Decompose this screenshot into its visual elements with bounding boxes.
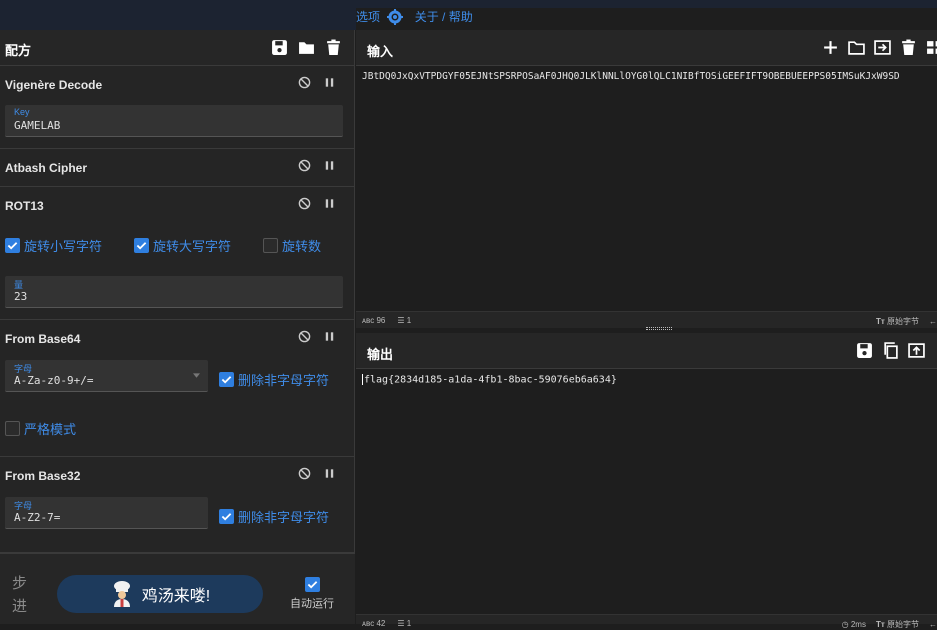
operation-from-base64[interactable]: From Base64 字母 A-Za-z0-9+/= 删除非字母字符 严格模式 (0, 320, 354, 457)
options-link[interactable]: 选项 (356, 10, 380, 24)
pause-icon[interactable] (323, 467, 336, 480)
operation-name: ROT13 (5, 199, 44, 213)
alphabet-select[interactable]: 字母 A-Za-z0-9+/= (5, 360, 208, 392)
top-bar: 最后编译于: A year 前 选项 关于 / 帮助 (0, 0, 937, 602)
step-button[interactable]: 步进 (12, 572, 32, 618)
output-status-bar: ᴀʙᴄ 42 ☰ 1 ◷ 2ms Tт 原始字节 ← (356, 614, 937, 629)
input-title: 输入 (367, 44, 394, 59)
folder-icon[interactable] (298, 39, 315, 56)
recipe-panel: 配方 Vigenère Decode Key GAMELAB Atbash Ci… (0, 30, 355, 624)
output-textarea[interactable]: flag{2834d185-a1da-4fb1-8bac-59076eb6a63… (356, 369, 937, 606)
clear-input-icon[interactable] (900, 39, 917, 56)
key-value[interactable]: GAMELAB (14, 119, 60, 132)
checkbox-unchecked-icon[interactable] (263, 238, 278, 253)
checkbox-label: 删除非字母字符 (238, 510, 330, 525)
checkbox-unchecked-icon[interactable] (5, 421, 20, 436)
operation-atbash-cipher[interactable]: Atbash Cipher (0, 149, 354, 187)
trash-icon[interactable] (325, 39, 342, 56)
gear-icon[interactable] (387, 8, 404, 25)
auto-bake-label: 自动运行 (290, 598, 334, 610)
alphabet-field[interactable]: 字母 A-Z2-7= (5, 497, 208, 529)
operation-name: Vigenère Decode (5, 78, 103, 92)
operation-vigenere-decode[interactable]: Vigenère Decode Key GAMELAB (0, 66, 354, 149)
disable-icon[interactable] (298, 159, 311, 172)
auto-bake-checkbox[interactable]: 自动运行 (286, 577, 338, 611)
checkbox-checked-icon[interactable] (5, 238, 20, 253)
resize-grip[interactable] (646, 327, 672, 330)
operation-name: From Base64 (5, 332, 81, 346)
disable-icon[interactable] (298, 467, 311, 480)
checkbox-label: 旋转小写字符 (24, 239, 103, 254)
checkbox-label: 严格模式 (24, 422, 77, 437)
output-raw-bytes[interactable]: Tт 原始字节 (876, 619, 919, 630)
checkbox-checked-icon[interactable] (134, 238, 149, 253)
rotate-uppercase-checkbox[interactable]: 旋转大写字符 (134, 236, 231, 255)
pause-icon[interactable] (323, 76, 336, 89)
checkbox-checked-icon[interactable] (304, 577, 320, 592)
checkbox-label: 删除非字母字符 (238, 373, 330, 388)
operation-name: Atbash Cipher (5, 161, 88, 175)
disable-icon[interactable] (298, 76, 311, 89)
pause-icon[interactable] (323, 159, 336, 172)
recipe-controls: 步进 鸡汤来喽! 自动运行 (0, 553, 355, 624)
output-title: 输出 (367, 347, 394, 362)
remove-non-alphabet-checkbox[interactable]: 删除非字母字符 (219, 370, 329, 389)
open-file-icon[interactable] (874, 39, 891, 56)
open-folder-icon[interactable] (848, 39, 865, 56)
arrow-left-icon[interactable]: ← (929, 317, 937, 326)
key-label: Key (14, 107, 30, 117)
input-header: 输入 (356, 30, 937, 66)
pause-icon[interactable] (323, 330, 336, 343)
rotate-numbers-checkbox[interactable]: 旋转数 (263, 236, 321, 255)
bake-time: ◷ 2ms (841, 620, 866, 629)
rotate-lowercase-checkbox[interactable]: 旋转小写字符 (5, 236, 102, 255)
copy-icon[interactable] (882, 342, 899, 359)
save-icon[interactable] (271, 39, 288, 56)
about-link[interactable]: 关于 / 帮助 (415, 10, 473, 24)
chef-icon (113, 581, 130, 607)
input-textarea[interactable]: JBtDQ0JxQxVTPDGYF05EJNtSPSRPOSaAF0JHQ0JL… (356, 66, 937, 311)
text-caret (362, 374, 363, 385)
chevron-down-icon[interactable] (193, 373, 200, 378)
output-text: flag{2834d185-a1da-4fb1-8bac-59076eb6a63… (364, 374, 617, 386)
bake-label: 鸡汤来喽! (141, 588, 211, 605)
checkbox-checked-icon[interactable] (219, 372, 234, 387)
bake-button[interactable]: 鸡汤来喽! (57, 575, 263, 613)
checkbox-label: 旋转数 (282, 239, 322, 254)
amount-field[interactable]: 量 23 (5, 276, 343, 308)
add-icon[interactable] (822, 39, 839, 56)
io-panel: 输入 JBtDQ0JxQxVTPDGYF05EJNtSPSRPOSaAF0JHQ… (356, 30, 937, 629)
input-raw-bytes[interactable]: Tт 原始字节 (876, 316, 919, 327)
disable-icon[interactable] (298, 330, 311, 343)
operation-name: From Base32 (5, 469, 81, 483)
remove-non-alphabet-checkbox[interactable]: 删除非字母字符 (219, 507, 329, 526)
alphabet-value[interactable]: A-Za-z0-9+/= (14, 374, 93, 387)
input-char-count: ᴀʙᴄ 96 (362, 316, 386, 325)
operation-from-base32[interactable]: From Base32 字母 A-Z2-7= 删除非字母字符 (0, 457, 354, 553)
arrow-left-icon[interactable]: ← (929, 620, 937, 629)
pause-icon[interactable] (323, 197, 336, 210)
recipe-title: 配方 (5, 43, 32, 58)
alphabet-value[interactable]: A-Z2-7= (14, 511, 60, 524)
disable-icon[interactable] (298, 197, 311, 210)
operation-rot13[interactable]: ROT13 旋转小写字符 旋转大写字符 旋转数 量 23 (0, 187, 354, 320)
strict-mode-checkbox[interactable]: 严格模式 (5, 419, 76, 438)
save-output-icon[interactable] (856, 342, 873, 359)
checkbox-checked-icon[interactable] (219, 509, 234, 524)
output-header: 输出 (356, 333, 937, 369)
key-field[interactable]: Key GAMELAB (5, 105, 343, 137)
recipe-header: 配方 (0, 30, 354, 66)
checkbox-label: 旋转大写字符 (153, 239, 232, 254)
layout-icon[interactable] (926, 39, 937, 56)
amount-value[interactable]: 23 (14, 290, 27, 303)
replace-input-icon[interactable] (908, 342, 925, 359)
input-line-count: ☰ 1 (397, 316, 412, 325)
input-status-bar: ᴀʙᴄ 96 ☰ 1 Tт 原始字节 ← (356, 311, 937, 328)
